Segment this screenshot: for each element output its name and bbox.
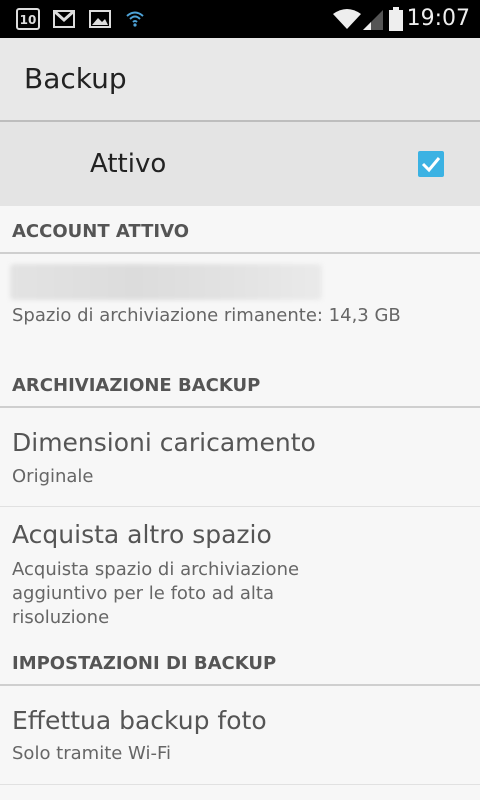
section-header-label: ARCHIVIAZIONE BACKUP bbox=[12, 375, 261, 396]
master-switch-checkbox[interactable] bbox=[418, 151, 444, 177]
pref-title: Acquista altro spazio bbox=[12, 520, 272, 549]
master-switch-row[interactable]: Attivo bbox=[0, 122, 480, 206]
pref-summary: Solo tramite Wi-Fi bbox=[12, 743, 171, 764]
divider bbox=[0, 784, 480, 785]
pref-summary: Acquista spazio di archiviazione aggiunt… bbox=[12, 559, 300, 628]
section-header-label: IMPOSTAZIONI DI BACKUP bbox=[12, 653, 277, 674]
section-header-storage: ARCHIVIAZIONE BACKUP bbox=[0, 362, 480, 408]
gmail-icon bbox=[52, 0, 76, 38]
divider bbox=[0, 506, 480, 507]
wifi-icon bbox=[124, 0, 146, 38]
check-icon bbox=[421, 157, 441, 173]
battery-icon bbox=[388, 0, 404, 38]
app-bar: Backup bbox=[0, 38, 480, 122]
status-bar: 10 19:07 bbox=[0, 0, 480, 38]
section-header-account: ACCOUNT ATTIVO bbox=[0, 208, 480, 254]
pref-title: Dimensioni caricamento bbox=[12, 428, 316, 457]
pref-title: Effettua backup foto bbox=[12, 706, 267, 735]
storage-remaining-summary: Spazio di archiviazione rimanente: 14,3 … bbox=[12, 305, 401, 326]
master-switch-label: Attivo bbox=[90, 149, 167, 179]
cell-signal-icon bbox=[362, 0, 384, 38]
section-header-settings: IMPOSTAZIONI DI BACKUP bbox=[0, 640, 480, 686]
image-icon bbox=[88, 0, 112, 38]
page-title: Backup bbox=[24, 62, 127, 95]
calendar-icon: 10 bbox=[14, 0, 42, 38]
calendar-day: 10 bbox=[16, 8, 40, 30]
wifi-signal-icon bbox=[332, 0, 362, 38]
status-time: 19:07 bbox=[406, 6, 470, 31]
section-header-label: ACCOUNT ATTIVO bbox=[12, 221, 189, 242]
pref-summary: Originale bbox=[12, 466, 94, 487]
account-email-redacted[interactable] bbox=[10, 264, 322, 300]
